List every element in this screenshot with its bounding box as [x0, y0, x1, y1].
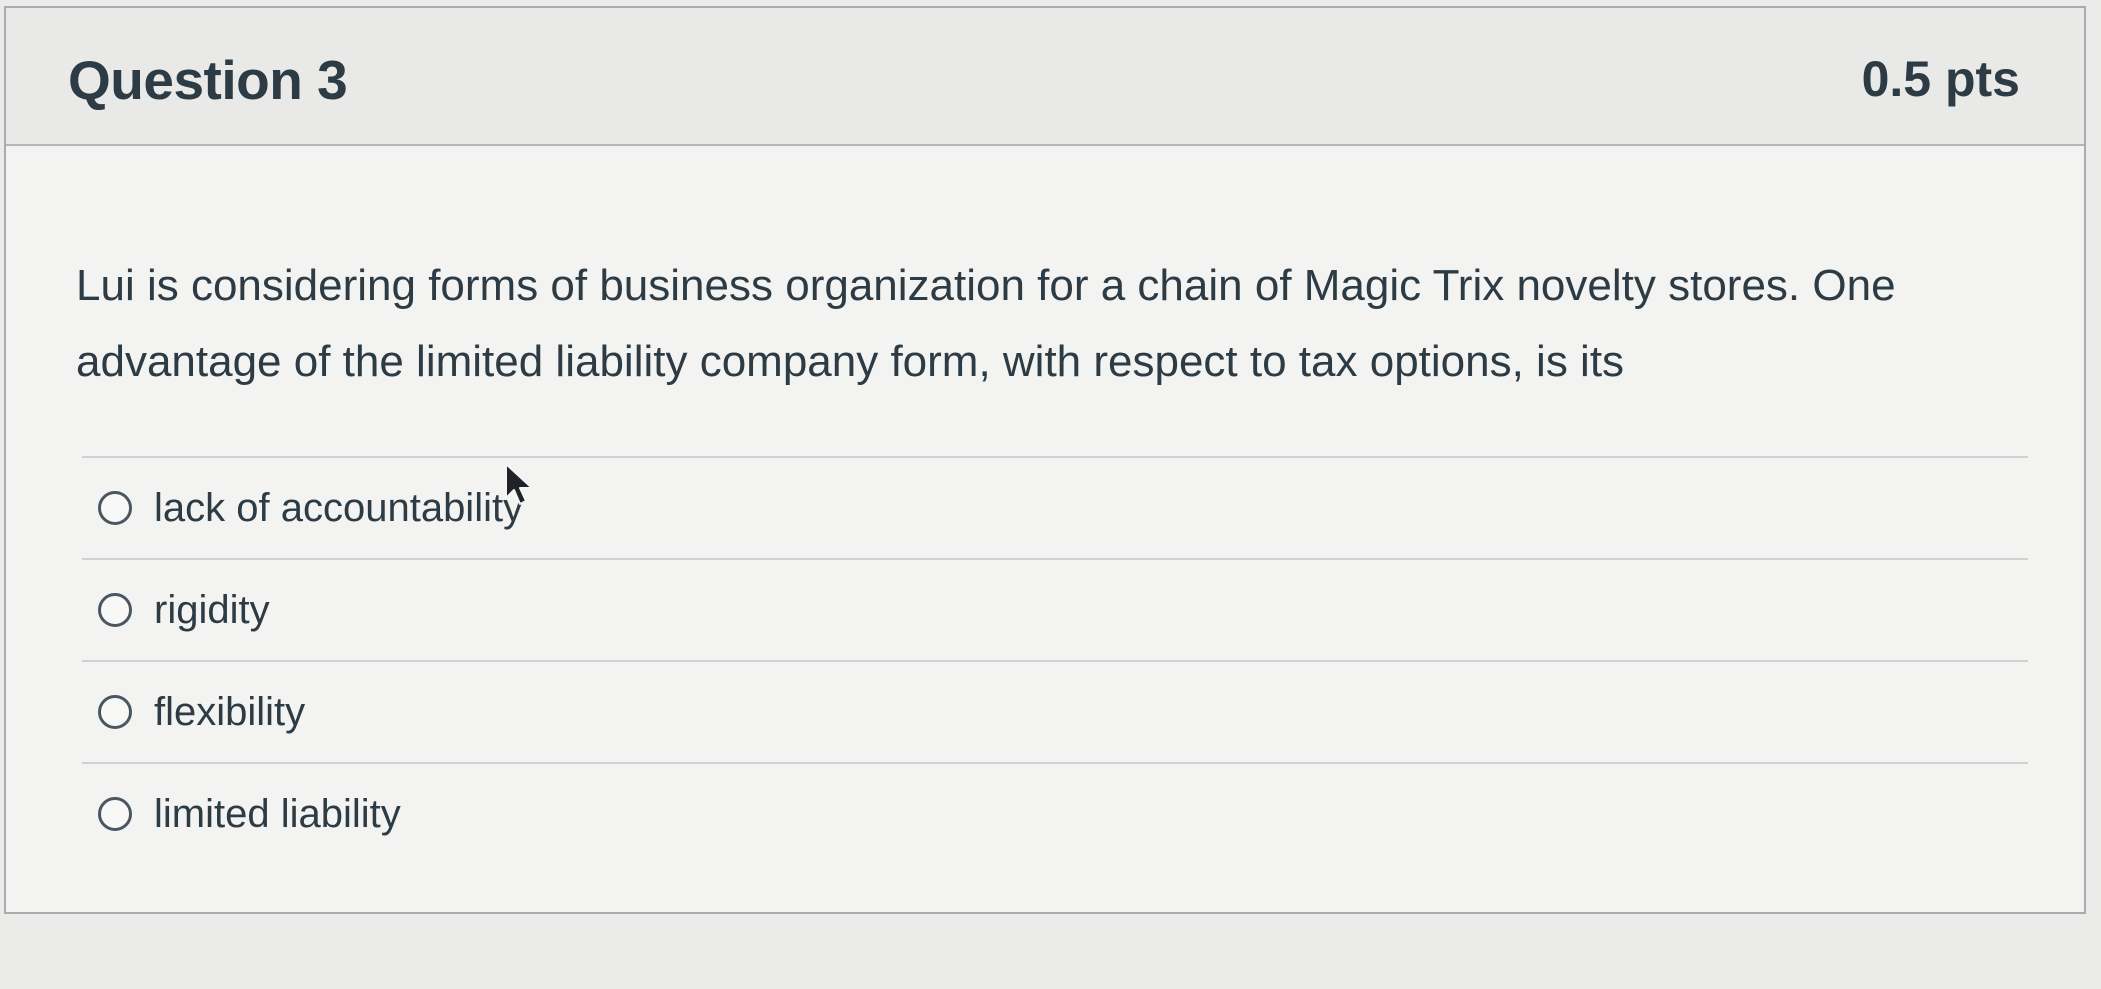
- answer-option-lack-of-accountability[interactable]: lack of accountability: [82, 456, 2028, 558]
- radio-unselected-icon[interactable]: [98, 491, 132, 525]
- question-points: 0.5 pts: [1861, 51, 2020, 107]
- answer-label[interactable]: limited liability: [154, 792, 401, 837]
- answer-label[interactable]: flexibility: [154, 690, 305, 735]
- answer-option-rigidity[interactable]: rigidity: [82, 558, 2028, 660]
- question-header: Question 3 0.5 pts: [6, 8, 2084, 146]
- answer-list: lack of accountability rigidity flexibil…: [82, 456, 2028, 864]
- mouse-pointer-icon: [505, 463, 533, 505]
- question-title: Question 3: [68, 49, 348, 111]
- question-card: Question 3 0.5 pts Lui is considering fo…: [4, 6, 2086, 914]
- answer-option-flexibility[interactable]: flexibility: [82, 660, 2028, 762]
- radio-unselected-icon[interactable]: [98, 797, 132, 831]
- radio-unselected-icon[interactable]: [98, 695, 132, 729]
- answer-label[interactable]: rigidity: [154, 588, 270, 633]
- question-text: Lui is considering forms of business org…: [76, 261, 1896, 386]
- answer-label[interactable]: lack of accountability: [154, 486, 523, 531]
- radio-unselected-icon[interactable]: [98, 593, 132, 627]
- answer-option-limited-liability[interactable]: limited liability: [82, 762, 2028, 864]
